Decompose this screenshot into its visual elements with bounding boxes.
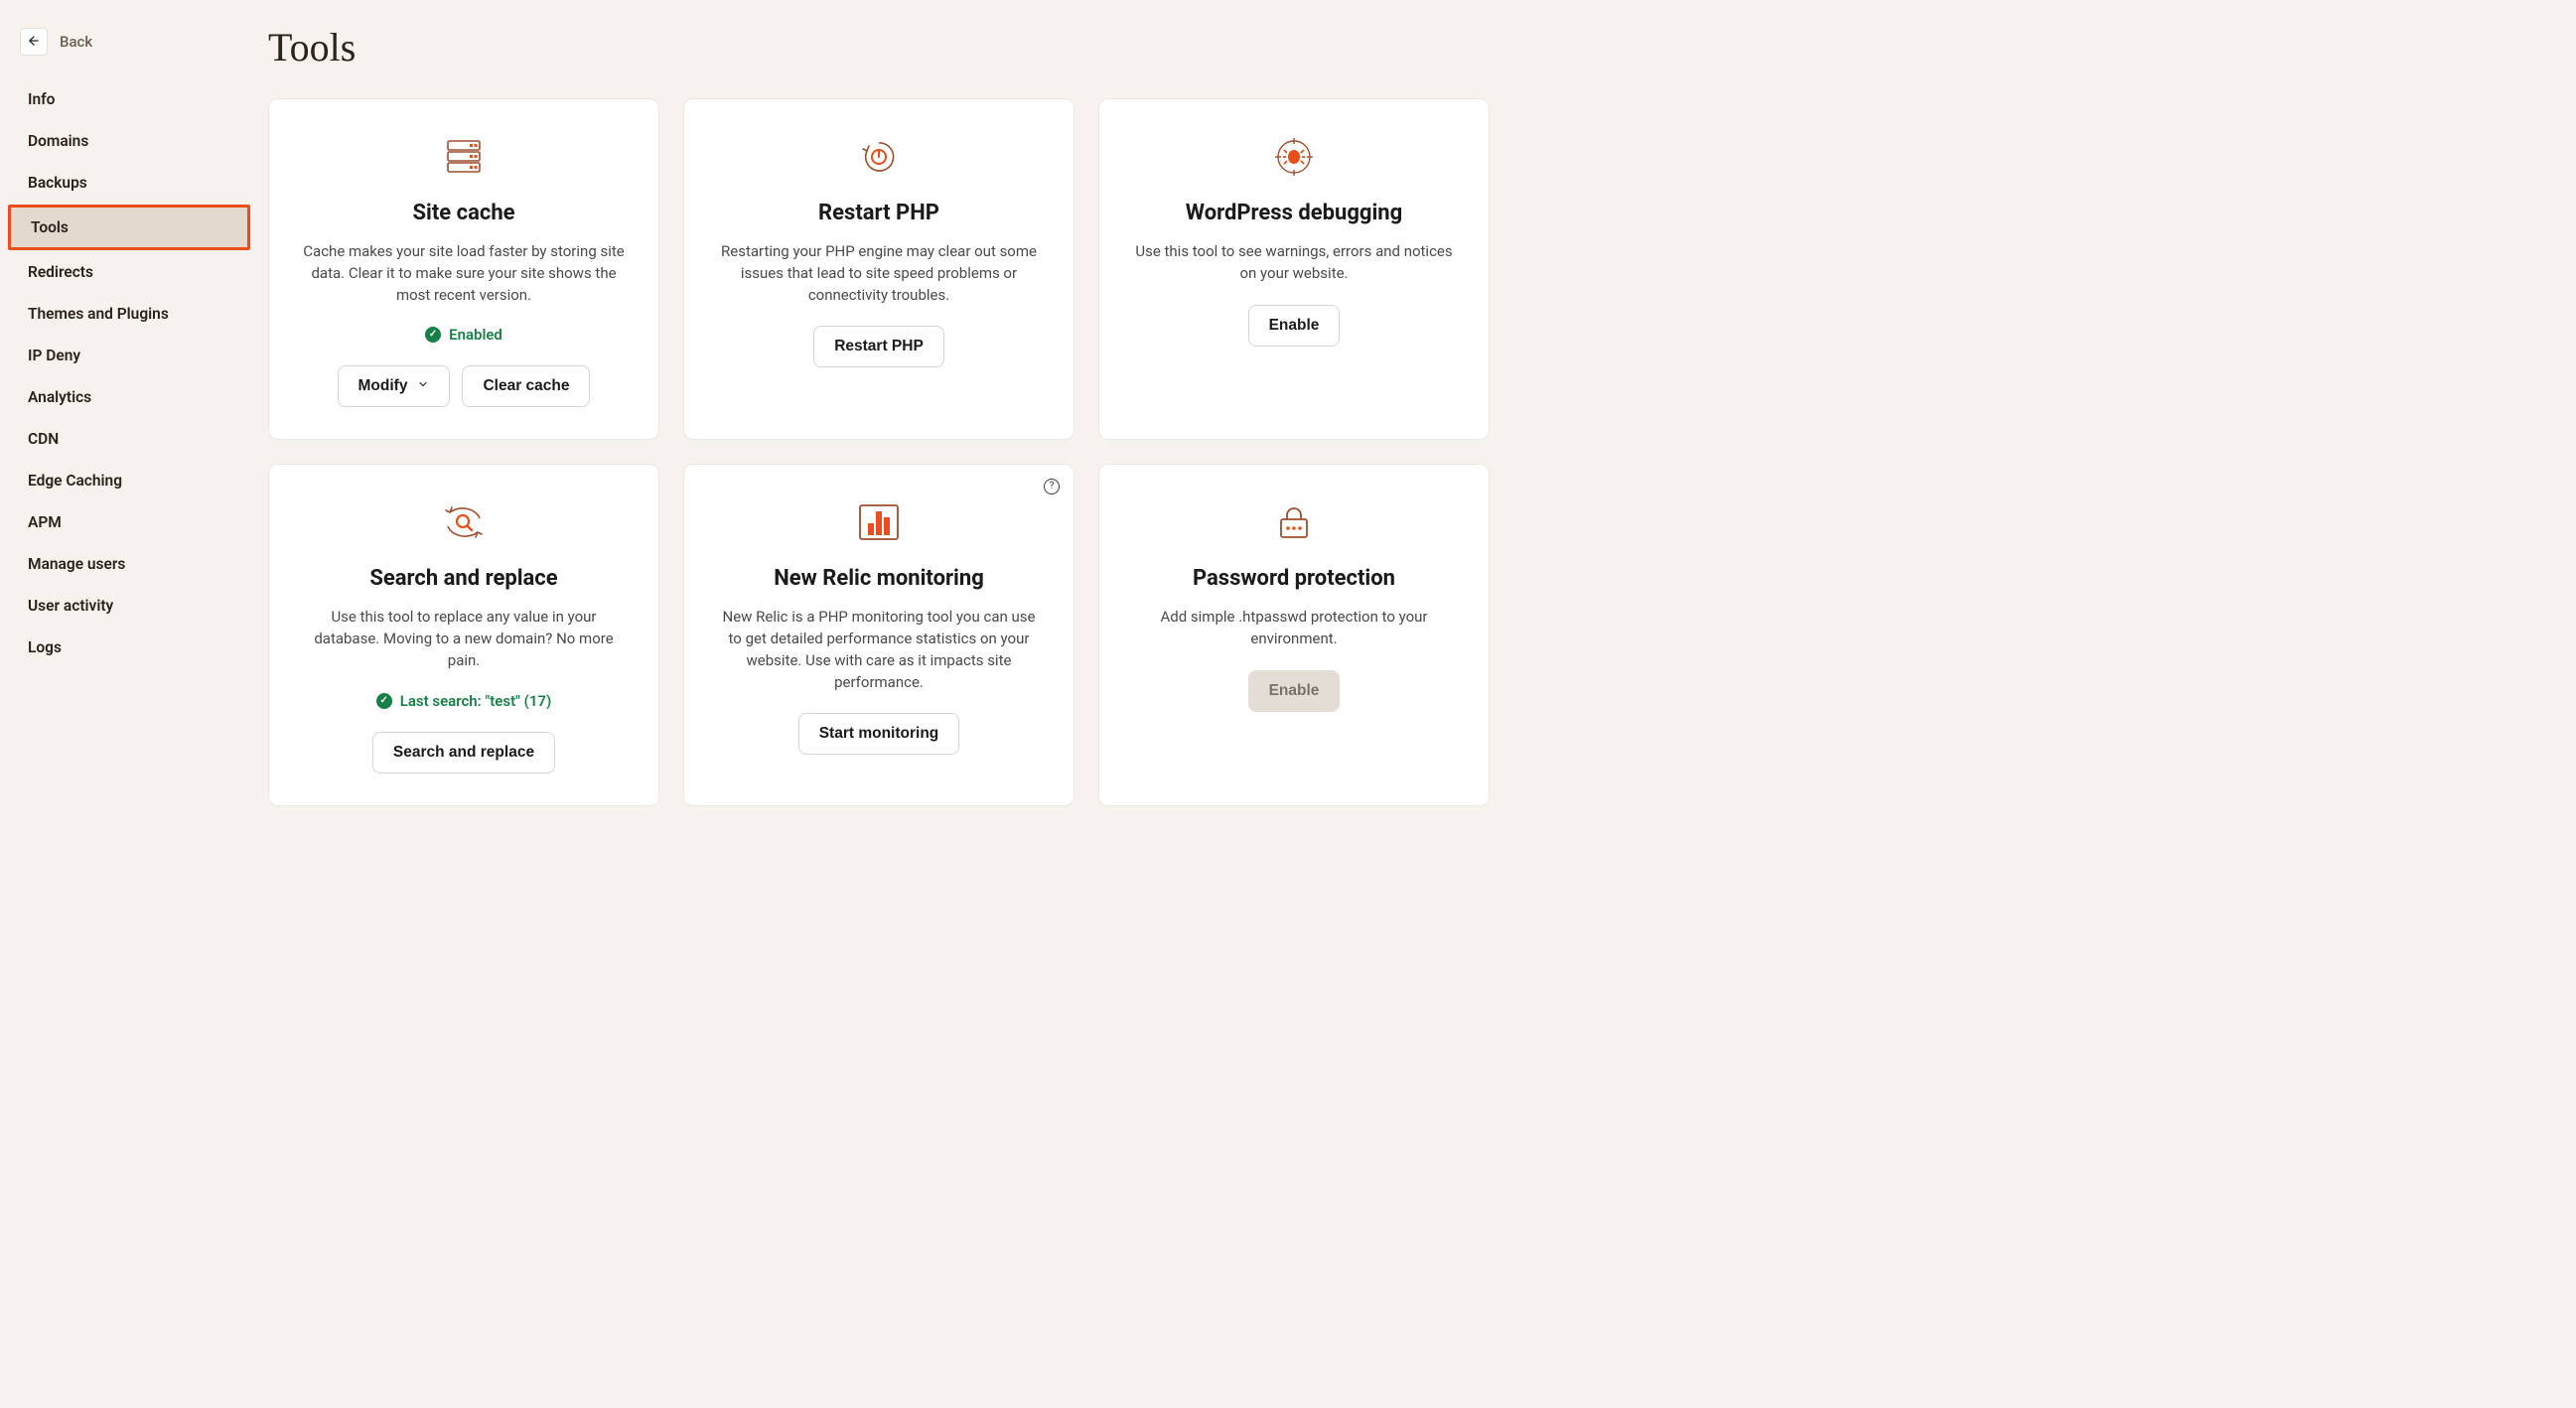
check-circle-icon: ✓ (376, 693, 392, 709)
page-title: Tools (268, 24, 1490, 70)
card-description: Add simple .htpasswd protection to your … (1130, 607, 1458, 650)
card-title: WordPress debugging (1186, 201, 1402, 225)
status-last-search: ✓ Last search: "test" (17) (376, 692, 552, 710)
card-title: Search and replace (369, 566, 557, 591)
restart-icon (859, 135, 899, 179)
card-title: Restart PHP (818, 201, 939, 225)
sidebar-item-manage-users[interactable]: Manage users (8, 544, 250, 584)
status-text: Last search: "test" (17) (400, 692, 552, 710)
card-title: Password protection (1193, 566, 1395, 591)
card-description: Cache makes your site load faster by sto… (300, 241, 628, 306)
card-description: New Relic is a PHP monitoring tool you c… (715, 607, 1043, 693)
card-title: Site cache (412, 201, 514, 225)
sidebar-item-backups[interactable]: Backups (8, 163, 250, 203)
back-label: Back (60, 33, 92, 51)
cards-grid: Site cache Cache makes your site load fa… (268, 98, 1490, 806)
sidebar-item-analytics[interactable]: Analytics (8, 377, 250, 417)
search-cycle-icon (442, 500, 486, 544)
enable-debugging-button[interactable]: Enable (1248, 305, 1341, 347)
sidebar-item-user-activity[interactable]: User activity (8, 586, 250, 626)
card-description: Use this tool to see warnings, errors an… (1130, 241, 1458, 285)
card-search-replace: Search and replace Use this tool to repl… (268, 464, 659, 805)
help-icon[interactable]: ? (1044, 479, 1060, 494)
check-circle-icon: ✓ (425, 327, 441, 343)
chevron-down-icon (417, 377, 429, 395)
bug-target-icon (1273, 135, 1315, 179)
card-title: New Relic monitoring (774, 566, 984, 591)
status-enabled: ✓ Enabled (425, 326, 502, 344)
start-monitoring-button[interactable]: Start monitoring (798, 713, 960, 755)
sidebar-item-tools[interactable]: Tools (8, 205, 250, 250)
restart-php-button[interactable]: Restart PHP (813, 326, 944, 367)
card-wp-debugging: WordPress debugging Use this tool to see… (1098, 98, 1490, 440)
clear-cache-button[interactable]: Clear cache (462, 365, 590, 407)
status-text: Enabled (449, 326, 502, 344)
lock-icon (1273, 500, 1315, 544)
sidebar-item-info[interactable]: Info (8, 79, 250, 119)
sidebar-item-apm[interactable]: APM (8, 502, 250, 542)
search-replace-button[interactable]: Search and replace (372, 732, 555, 774)
sidebar-item-themes-plugins[interactable]: Themes and Plugins (8, 294, 250, 334)
main-content: Tools Site cac (258, 0, 1509, 1408)
arrow-left-icon (27, 34, 41, 51)
sidebar-item-edge-caching[interactable]: Edge Caching (8, 461, 250, 500)
card-site-cache: Site cache Cache makes your site load fa… (268, 98, 659, 440)
card-password-protection: Password protection Add simple .htpasswd… (1098, 464, 1490, 805)
card-new-relic: ? New Relic monitoring New Relic is a PH… (683, 464, 1074, 805)
bar-chart-icon (856, 500, 902, 544)
card-description: Restarting your PHP engine may clear out… (715, 241, 1043, 306)
sidebar-item-logs[interactable]: Logs (8, 628, 250, 667)
modify-button[interactable]: Modify (338, 365, 451, 407)
sidebar-item-domains[interactable]: Domains (8, 121, 250, 161)
card-restart-php: Restart PHP Restarting your PHP engine m… (683, 98, 1074, 440)
back-button[interactable] (20, 28, 48, 56)
sidebar-item-redirects[interactable]: Redirects (8, 252, 250, 292)
sidebar: Back Info Domains Backups Tools Redirect… (0, 0, 258, 1408)
enable-password-button[interactable]: Enable (1248, 670, 1341, 712)
sidebar-item-ip-deny[interactable]: IP Deny (8, 336, 250, 375)
server-icon (442, 135, 486, 179)
card-description: Use this tool to replace any value in yo… (300, 607, 628, 671)
sidebar-item-cdn[interactable]: CDN (8, 419, 250, 459)
nav-list: Info Domains Backups Tools Redirects The… (0, 79, 258, 667)
